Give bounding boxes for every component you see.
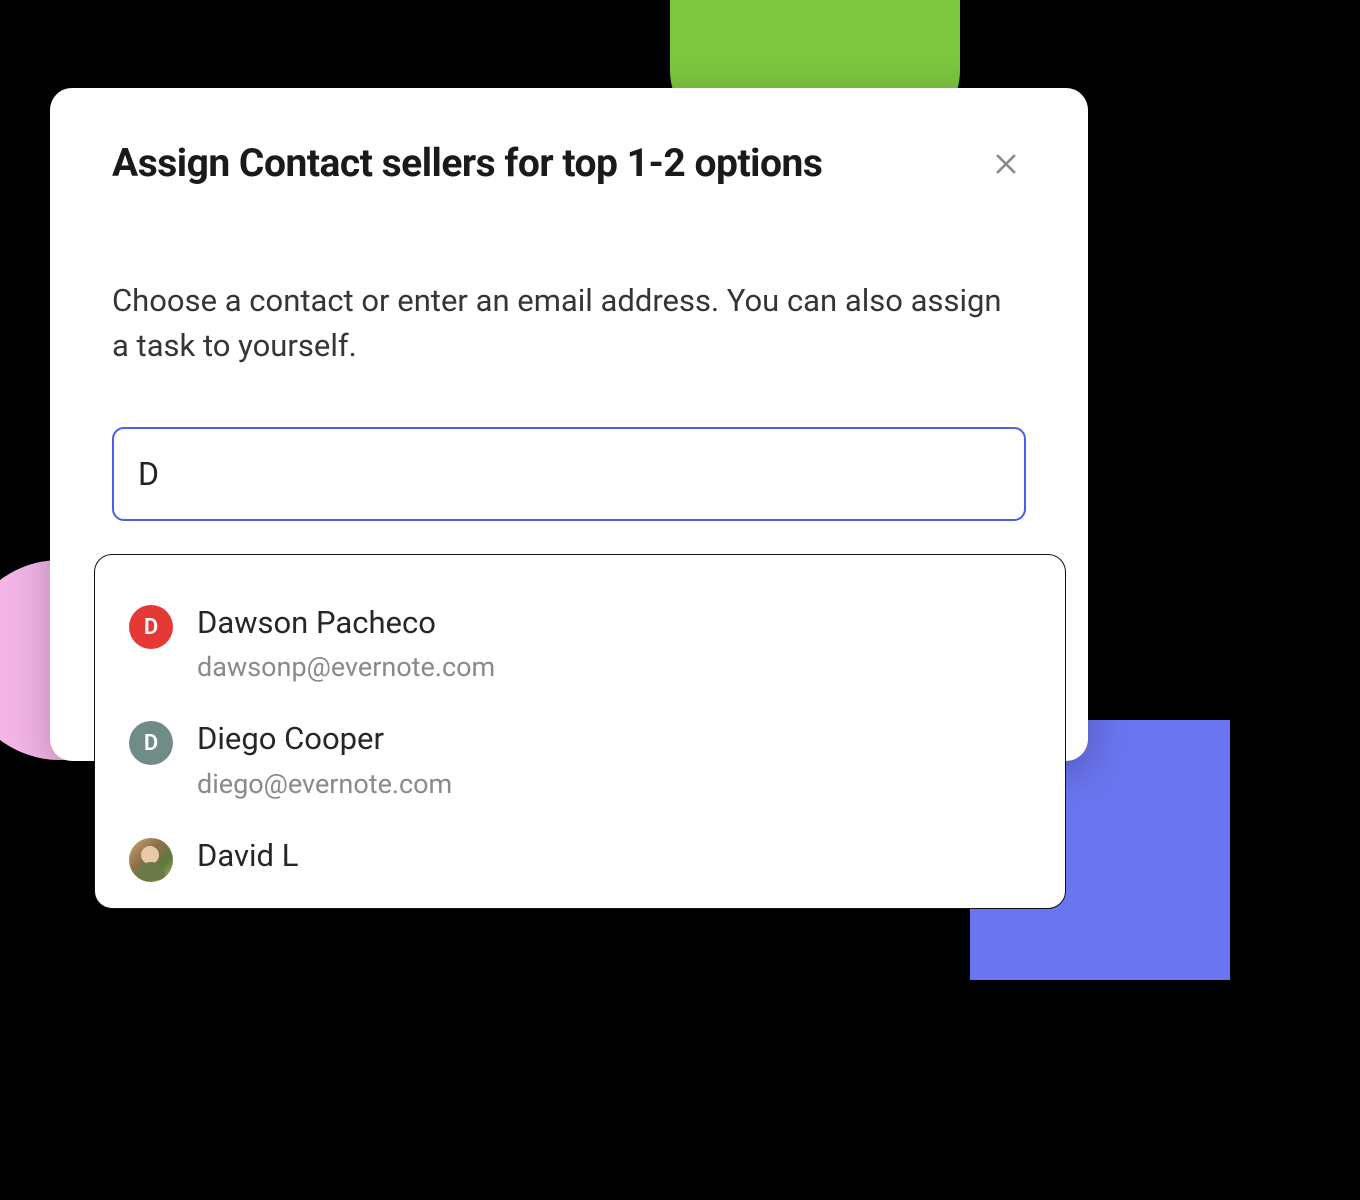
contact-dropdown: D Dawson Pacheco dawsonp@evernote.com D … — [94, 554, 1066, 909]
modal-title: Assign Contact sellers for top 1-2 optio… — [112, 140, 822, 186]
modal-header: Assign Contact sellers for top 1-2 optio… — [112, 140, 1026, 187]
contact-input[interactable] — [112, 427, 1026, 521]
close-button[interactable] — [986, 144, 1026, 187]
contact-name: David L — [197, 836, 298, 876]
contact-name: Diego Cooper — [197, 719, 452, 759]
close-icon — [992, 150, 1020, 178]
contact-name: Dawson Pacheco — [197, 603, 495, 643]
avatar: D — [129, 605, 173, 649]
dropdown-item-text: Diego Cooper diego@evernote.com — [197, 719, 452, 799]
dropdown-item[interactable]: D Diego Cooper diego@evernote.com — [95, 707, 1065, 823]
dropdown-item[interactable]: David L — [95, 824, 1065, 896]
dropdown-item-text: David L — [197, 836, 298, 876]
modal-description: Choose a contact or enter an email addre… — [112, 279, 1026, 369]
avatar-photo — [129, 838, 173, 882]
contact-email: diego@evernote.com — [197, 768, 452, 800]
contact-email: dawsonp@evernote.com — [197, 651, 495, 683]
dropdown-item[interactable]: D Dawson Pacheco dawsonp@evernote.com — [95, 591, 1065, 707]
contact-input-wrap — [112, 427, 1026, 521]
avatar: D — [129, 721, 173, 765]
dropdown-item-text: Dawson Pacheco dawsonp@evernote.com — [197, 603, 495, 683]
